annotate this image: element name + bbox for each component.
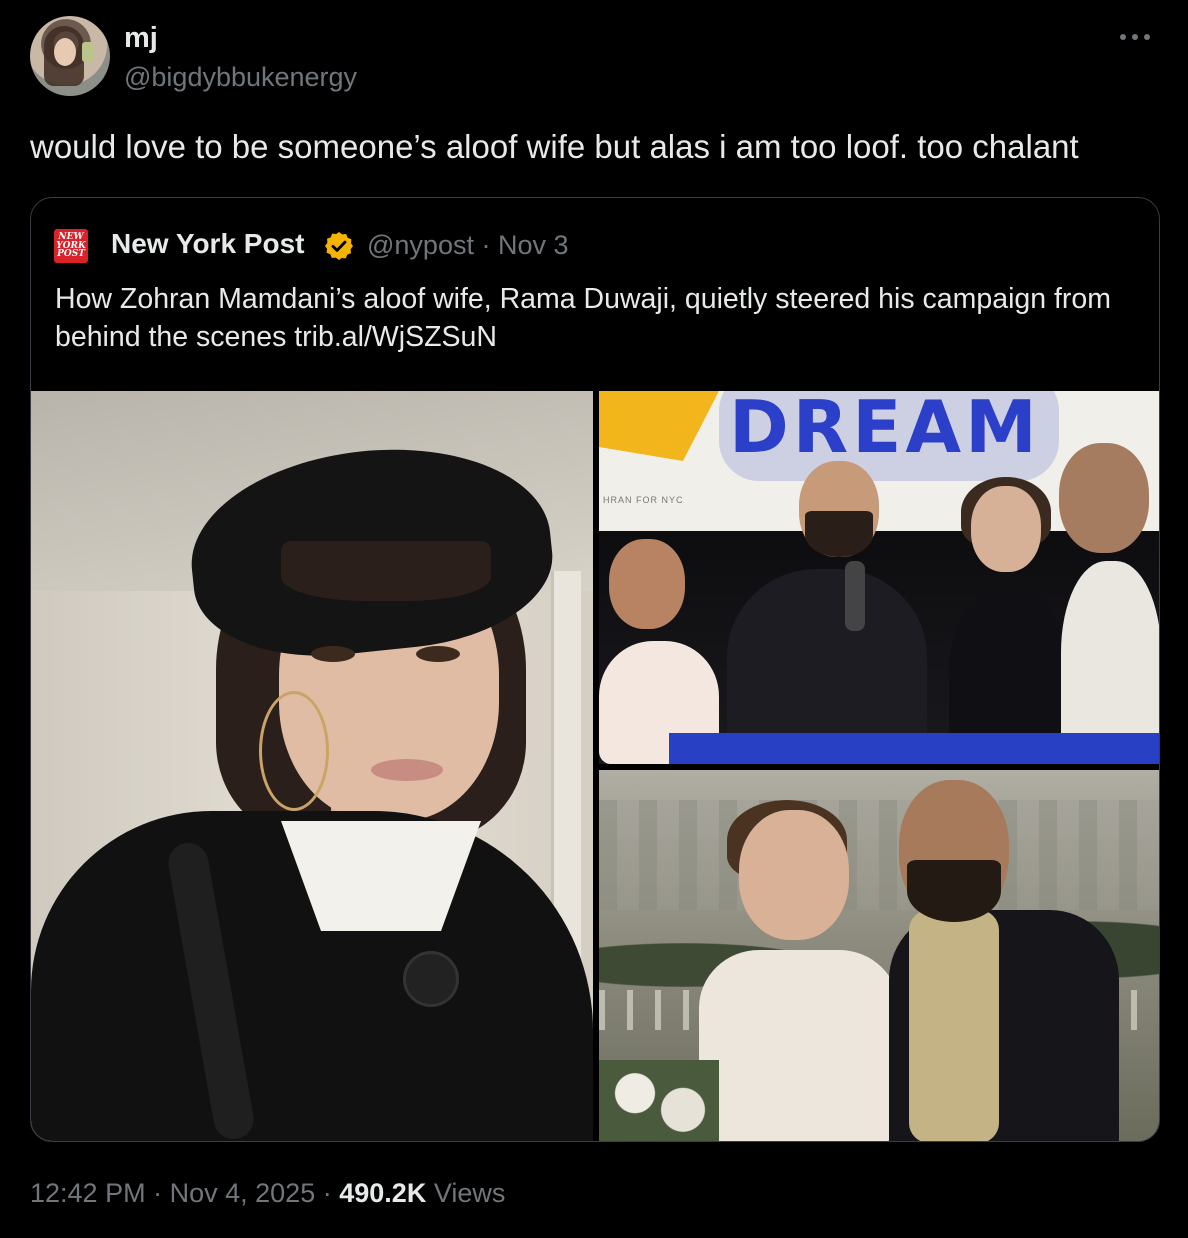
views-label: Views <box>433 1178 506 1208</box>
logo-line: POST <box>57 249 85 260</box>
photo-eye <box>416 646 460 662</box>
person-woman-head <box>971 486 1041 572</box>
photo-eye <box>311 646 355 662</box>
separator: · <box>322 1178 332 1208</box>
tweet-text: would love to be someone’s aloof wife bu… <box>30 128 1079 165</box>
separator: · <box>481 230 491 260</box>
bride-dress <box>699 950 899 1141</box>
person-center-beard <box>805 511 873 557</box>
avatar-phone <box>82 42 94 62</box>
quoted-date[interactable]: Nov 3 <box>498 230 569 260</box>
person-left-head <box>609 539 685 629</box>
photo-lips <box>371 759 443 781</box>
quoted-handle[interactable]: @nypost <box>367 230 474 260</box>
quoted-handle-date: @nypost · Nov 3 <box>367 230 569 261</box>
groom-beard <box>907 860 1001 922</box>
tweet-time[interactable]: 12:42 PM <box>30 1178 146 1208</box>
verified-badge-icon <box>325 232 353 260</box>
tweet-date[interactable]: Nov 4, 2025 <box>170 1178 316 1208</box>
tweet-metadata: 12:42 PM · Nov 4, 2025 · 490.2K Views <box>30 1178 505 1209</box>
bride-head <box>739 810 849 940</box>
author-display-name[interactable]: mj <box>124 22 158 55</box>
groom-scarf <box>909 910 999 1141</box>
photo-rally[interactable]: DREAM HRAN FOR NYC <box>599 391 1159 764</box>
author-avatar[interactable] <box>30 16 110 96</box>
photo-wedding[interactable] <box>599 770 1159 1141</box>
author-handle[interactable]: @bigdybbukenergy <box>124 62 357 93</box>
avatar-face <box>54 38 76 66</box>
person-right-head <box>1059 443 1149 553</box>
quoted-display-name[interactable]: New York Post <box>111 228 304 260</box>
microphone-icon <box>845 561 865 631</box>
photo-earring <box>259 691 329 811</box>
photo-brooch <box>403 951 459 1007</box>
dot <box>1144 34 1150 40</box>
photo-bangs <box>281 541 491 601</box>
dot <box>1132 34 1138 40</box>
more-options-icon[interactable] <box>1112 26 1158 48</box>
quoted-text: How Zohran Mamdani’s aloof wife, Rama Du… <box>55 283 1112 353</box>
banner-text: DREAM <box>729 391 1041 469</box>
banner-small-text: HRAN FOR NYC <box>603 495 684 505</box>
views-count[interactable]: 490.2K <box>339 1178 426 1208</box>
wedding-flowers <box>599 1060 719 1141</box>
tweet: mj @bigdybbukenergy would love to be som… <box>0 0 1188 1238</box>
podium <box>669 733 1159 764</box>
dot <box>1120 34 1126 40</box>
separator: · <box>153 1178 163 1208</box>
nypost-logo-icon[interactable]: NEW YORK POST <box>54 229 88 263</box>
photo-portrait[interactable] <box>31 391 593 1141</box>
quoted-tweet-card[interactable]: NEW YORK POST New York Post @nypost · No… <box>30 197 1160 1142</box>
